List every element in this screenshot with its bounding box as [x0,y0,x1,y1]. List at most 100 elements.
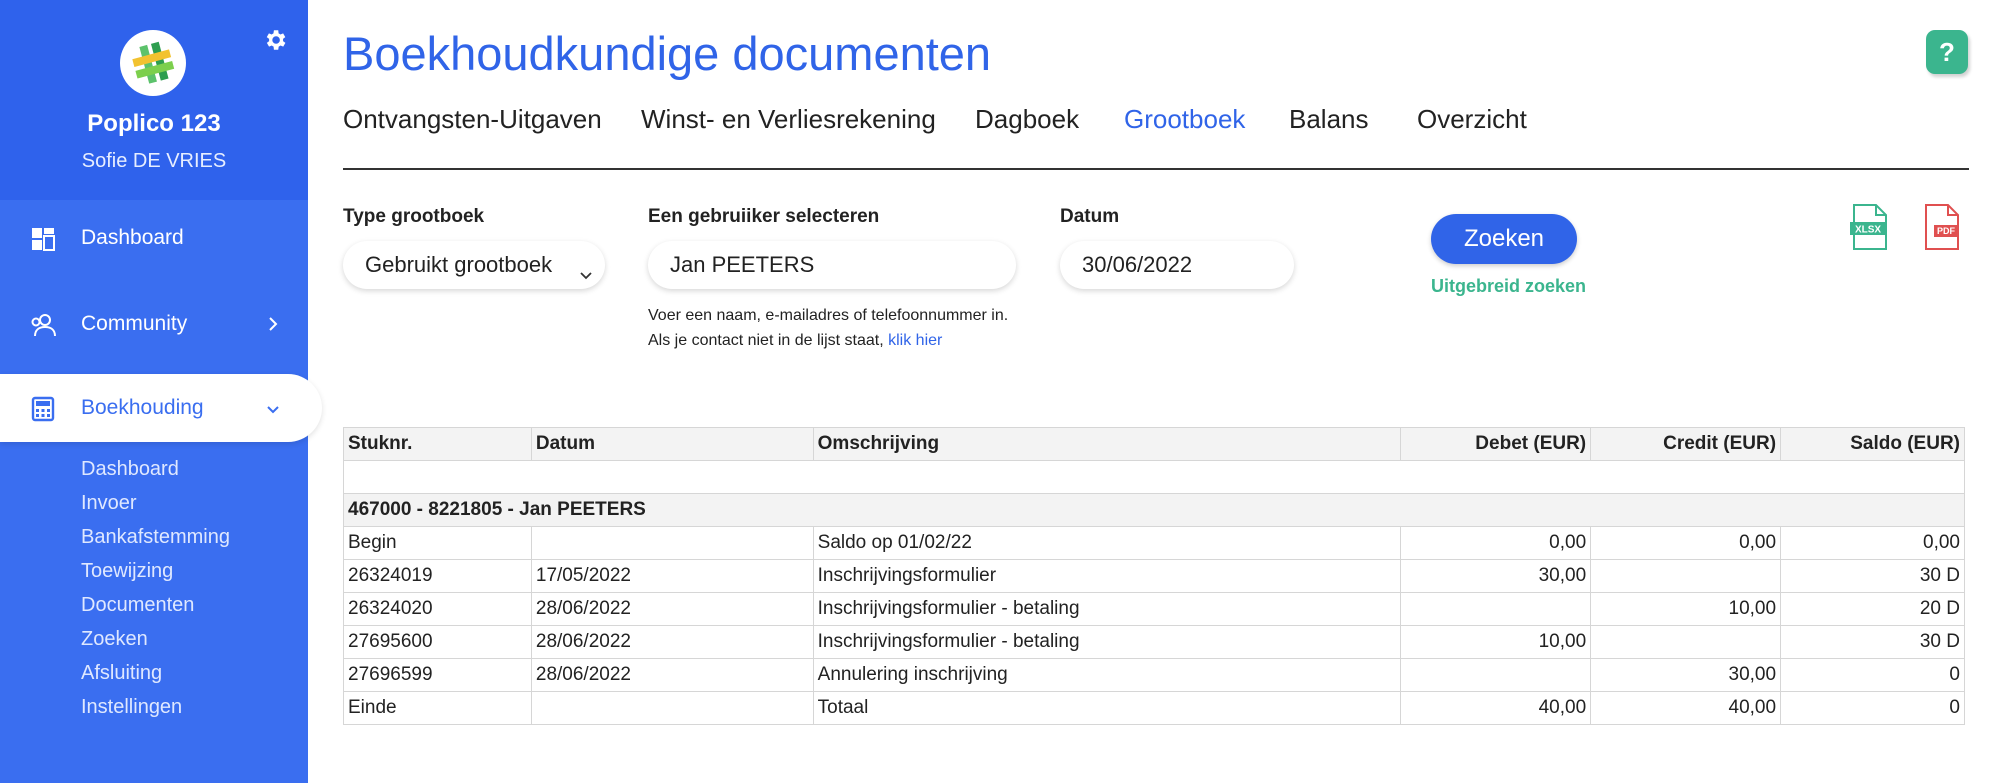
cell-credit: 10,00 [1590,592,1782,626]
user-search-hint: Voer een naam, e-mailadres of telefoonnu… [648,303,1008,353]
cell-saldo: 0 [1780,658,1965,692]
user-select-label: Een gebruiiker selecteren [648,206,880,227]
sidebar-item-label: Community [81,312,188,335]
cell-saldo: 0,00 [1780,526,1965,560]
cell-debet: 40,00 [1400,691,1592,725]
type-grootboek-label: Type grootboek [343,206,485,227]
sidebar-item-boekhouding[interactable]: Boekhouding [0,374,322,442]
dashboard-icon [30,226,56,252]
cell-stuknr: 26324019 [343,559,532,593]
sidebar-header: Poplico 123 Sofie DE VRIES [0,0,308,200]
pdf-icon-text: PDF [1937,226,1956,236]
cell-omschrijving: Totaal [812,691,1402,725]
tab-ontvangsten-uitgaven[interactable]: Ontvangsten-Uitgaven [343,104,602,135]
subnav-invoer[interactable]: Invoer [81,486,230,520]
cell-omschrijving: Annulering inschrijving [812,658,1402,692]
xlsx-icon-text: XLSX [1855,225,1881,236]
cell-debet: 10,00 [1400,625,1592,659]
cell-stuknr: 27695600 [343,625,532,659]
boekhouding-submenu: Dashboard Invoer Bankafstemming Toewijzi… [81,452,230,724]
col-datum[interactable]: Datum [530,427,814,461]
cell-omschrijving: Inschrijvingsformulier - betaling [812,592,1402,626]
cell-saldo: 30 D [1780,625,1965,659]
advanced-search-link[interactable]: Uitgebreid zoeken [1431,276,1586,297]
cell-credit: 0,00 [1590,526,1782,560]
search-button[interactable]: Zoeken [1431,214,1577,264]
cell-credit: 40,00 [1590,691,1782,725]
tab-winst-verliesrekening[interactable]: Winst- en Verliesrekening [641,104,936,135]
col-credit[interactable]: Credit (EUR) [1590,427,1782,461]
community-icon [30,312,56,338]
cell-datum: 28/06/2022 [530,658,814,692]
cell-debet: 30,00 [1400,559,1592,593]
chevron-right-icon [266,314,280,334]
cell-saldo: 0 [1780,691,1965,725]
subnav-documenten[interactable]: Documenten [81,588,230,622]
table-row[interactable]: 26324019 17/05/2022 Inschrijvingsformuli… [343,559,1965,593]
gear-icon[interactable] [262,27,288,53]
cell-datum [530,526,814,560]
date-label: Datum [1060,206,1120,227]
cell-datum: 17/05/2022 [530,559,814,593]
app-name: Poplico 123 [87,110,221,137]
cell-stuknr: Einde [343,691,532,725]
user-search-input[interactable]: Jan PEETERS [648,241,1016,289]
table-row[interactable]: 27695600 28/06/2022 Inschrijvingsformuli… [343,625,1965,659]
app-logo[interactable] [120,30,186,96]
table-row[interactable]: 27696599 28/06/2022 Annulering inschrijv… [343,658,1965,692]
col-saldo[interactable]: Saldo (EUR) [1780,427,1965,461]
type-grootboek-value: Gebruikt grootboek [365,252,553,277]
table-group-row: 467000 - 8221805 - Jan PEETERS [343,493,1965,527]
cell-debet [1400,592,1592,626]
page-title: Boekhoudkundige documenten [343,27,992,80]
subnav-instellingen[interactable]: Instellingen [81,690,230,724]
cell-saldo: 30 D [1780,559,1965,593]
subnav-toewijzing[interactable]: Toewijzing [81,554,230,588]
cell-saldo: 20 D [1780,592,1965,626]
sidebar-item-community[interactable]: Community [0,292,308,356]
sidebar-item-dashboard[interactable]: Dashboard [0,206,308,270]
cell-credit [1590,625,1782,659]
subnav-afsluiting[interactable]: Afsluiting [81,656,230,690]
tab-balans[interactable]: Balans [1289,104,1369,135]
pdf-export-icon[interactable]: PDF [1922,203,1962,251]
cell-datum: 28/06/2022 [530,592,814,626]
subnav-zoeken[interactable]: Zoeken [81,622,230,656]
table-header-row: Stuknr. Datum Omschrijving Debet (EUR) C… [343,427,1965,461]
subnav-dashboard[interactable]: Dashboard [81,452,230,486]
sidebar-item-label: Dashboard [81,226,184,249]
table-row[interactable]: 26324020 28/06/2022 Inschrijvingsformuli… [343,592,1965,626]
col-stuknr[interactable]: Stuknr. [343,427,532,461]
add-contact-link[interactable]: klik hier [888,332,942,349]
user-name: Sofie DE VRIES [81,150,227,172]
cell-omschrijving: Inschrijvingsformulier [812,559,1402,593]
cell-stuknr: 26324020 [343,592,532,626]
col-debet[interactable]: Debet (EUR) [1400,427,1592,461]
cell-datum [530,691,814,725]
xlsx-export-icon[interactable]: XLSX [1850,203,1890,251]
date-value: 30/06/2022 [1082,252,1193,277]
subnav-bankafstemming[interactable]: Bankafstemming [81,520,230,554]
chevron-down-icon [266,400,280,420]
calculator-icon [30,396,56,422]
tab-dagboek[interactable]: Dagboek [975,104,1079,135]
date-input[interactable]: 30/06/2022 [1060,241,1294,289]
chevron-down-icon [579,255,593,280]
type-grootboek-select[interactable]: Gebruikt grootboek [343,241,605,289]
group-account-label: 467000 - 8221805 - Jan PEETERS [343,493,1965,527]
hint-line-2: Als je contact niet in de lijst staat, [648,332,884,349]
col-omschrijving[interactable]: Omschrijving [812,427,1402,461]
sidebar: Poplico 123 Sofie DE VRIES Dashboard Com… [0,0,322,783]
cell-stuknr: 27696599 [343,658,532,692]
table-row[interactable]: Begin Saldo op 01/02/22 0,00 0,00 0,00 [343,526,1965,560]
tab-overzicht[interactable]: Overzicht [1417,104,1527,135]
cell-debet: 0,00 [1400,526,1592,560]
table-row[interactable]: Einde Totaal 40,00 40,00 0 [343,691,1965,725]
cell-debet [1400,658,1592,692]
tabs-divider [343,168,1969,170]
cell-credit: 30,00 [1590,658,1782,692]
hint-line-1: Voer een naam, e-mailadres of telefoonnu… [648,307,1009,324]
tab-grootboek[interactable]: Grootboek [1124,104,1245,135]
help-button[interactable]: ? [1926,30,1968,74]
cell-omschrijving: Saldo op 01/02/22 [812,526,1402,560]
